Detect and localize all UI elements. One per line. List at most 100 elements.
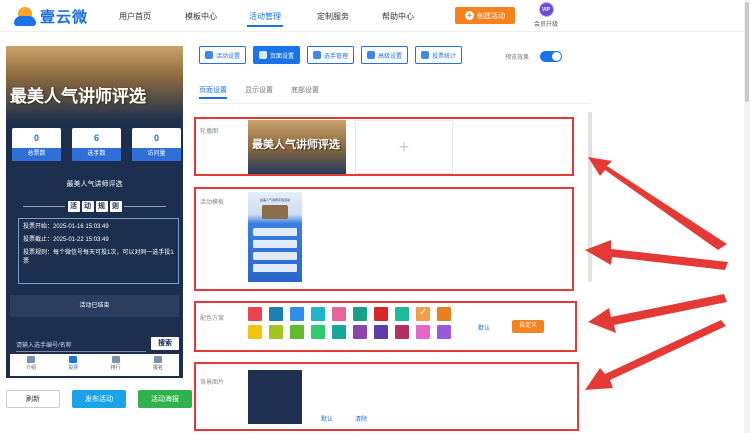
subtab-page-settings[interactable]: 页面设置 xyxy=(199,85,227,95)
advanced-settings-button[interactable]: 高级设置 xyxy=(361,46,409,64)
carousel-label: 轮播图 xyxy=(200,129,219,135)
brand-name: 壹云微 xyxy=(40,9,89,26)
page-scrollbar[interactable] xyxy=(744,0,750,433)
template-label: 活动模板 xyxy=(200,200,225,206)
color-default-link[interactable]: 默认 xyxy=(478,323,490,332)
subtab-display-settings[interactable]: 显示设置 xyxy=(245,85,273,95)
color-swatch[interactable] xyxy=(269,325,283,339)
color-swatch[interactable] xyxy=(437,307,451,321)
brand-logo[interactable]: 壹云微 xyxy=(14,6,88,27)
sliders-icon xyxy=(367,51,376,59)
stat-label: 总票数 xyxy=(12,148,61,161)
chart-icon xyxy=(111,356,120,363)
template-card xyxy=(253,228,297,236)
activity-ended-bar: 活动已结束 xyxy=(10,295,179,317)
refresh-button[interactable]: 刷新 xyxy=(6,390,60,408)
preview-search: 搜索 xyxy=(16,337,179,352)
toggle-knob xyxy=(552,52,561,61)
color-swatch[interactable] xyxy=(248,325,262,339)
activity-settings-button[interactable]: 活动设置 xyxy=(199,46,247,64)
nav-activity-management[interactable]: 活动管理 xyxy=(249,11,281,22)
rules-char: 动 xyxy=(81,201,94,212)
annotation-arrow xyxy=(585,320,726,390)
divider xyxy=(199,103,591,104)
rules-char: 规 xyxy=(95,201,108,212)
color-swatch[interactable] xyxy=(290,325,304,339)
toolbar-label: 投票统计 xyxy=(432,53,457,60)
rule-end: 投票截止：2025-01-22 15:03:49 xyxy=(23,237,109,243)
stat-value: 0 xyxy=(33,133,39,143)
settings-toolbar: 活动设置 页面设置 选手管理 高级设置 投票统计 xyxy=(199,46,463,64)
tab-signup[interactable]: 报名 xyxy=(137,354,179,376)
color-swatch[interactable] xyxy=(437,325,451,339)
vip-upgrade[interactable]: VIP 会员升级 xyxy=(531,2,561,30)
color-swatch[interactable] xyxy=(290,307,304,321)
color-swatch[interactable] xyxy=(353,325,367,339)
settings-scrollbar[interactable] xyxy=(588,112,592,282)
background-image-thumbnail[interactable] xyxy=(248,370,302,424)
rules-box: 投票开始：2025-01-16 15:03:49 投票截止：2025-01-22… xyxy=(18,218,179,284)
annotation-arrow xyxy=(588,294,727,333)
bar-chart-icon xyxy=(421,51,430,59)
rules-char: 活 xyxy=(67,201,80,212)
template-card xyxy=(253,240,297,248)
nav-help-center[interactable]: 帮助中心 xyxy=(382,11,414,22)
create-activity-button[interactable]: + 创建活动 xyxy=(455,7,515,24)
color-swatch[interactable] xyxy=(269,307,283,321)
color-swatch[interactable] xyxy=(416,307,430,321)
nav-active-underline xyxy=(247,25,283,27)
contestant-search-input[interactable] xyxy=(16,340,146,352)
preview-effect-toggle[interactable] xyxy=(540,51,562,62)
template-card xyxy=(253,264,297,272)
tab-label: 报名 xyxy=(152,365,163,371)
activity-poster-button[interactable]: 活动海报 xyxy=(138,390,192,408)
add-carousel-image-button[interactable]: + xyxy=(355,120,453,174)
stat-label: 选手数 xyxy=(72,148,121,161)
subtab-footer-settings[interactable]: 底部设置 xyxy=(291,85,319,95)
color-swatch[interactable] xyxy=(395,325,409,339)
nav-custom-service[interactable]: 定制服务 xyxy=(317,11,349,22)
users-icon xyxy=(313,51,322,59)
page-settings-button[interactable]: 页面设置 xyxy=(253,46,301,64)
color-swatch[interactable] xyxy=(374,307,388,321)
publish-activity-button[interactable]: 发布活动 xyxy=(72,390,126,408)
color-swatch[interactable] xyxy=(416,325,430,339)
rule-start: 投票开始：2025-01-16 15:03:49 xyxy=(23,224,109,230)
nav-home[interactable]: 用户首页 xyxy=(119,11,151,22)
tab-vote[interactable]: 投票 xyxy=(52,354,94,376)
carousel-image[interactable]: 最美人气讲师评选 xyxy=(248,120,346,174)
stat-value: 6 xyxy=(93,133,99,143)
color-swatch[interactable] xyxy=(332,325,346,339)
color-swatch[interactable] xyxy=(311,325,325,339)
tab-intro[interactable]: 介绍 xyxy=(10,354,52,376)
page-scrollbar-thumb[interactable] xyxy=(745,2,749,102)
rules-heading: 活动规则 xyxy=(6,201,183,212)
background-default-link[interactable]: 默认 xyxy=(321,414,333,423)
color-swatch[interactable] xyxy=(311,307,325,321)
signup-icon xyxy=(153,356,162,363)
flag-icon xyxy=(69,356,78,363)
tab-label: 投票 xyxy=(68,365,79,371)
template-thumbnail[interactable]: 最美人气讲师评选活动 xyxy=(248,192,302,282)
preview-effect-label: 预览效果 xyxy=(505,55,530,61)
tab-ranking[interactable]: 排行 xyxy=(95,354,137,376)
contestant-management-button[interactable]: 选手管理 xyxy=(307,46,355,64)
vip-upgrade-label: 会员升级 xyxy=(533,22,558,28)
vip-badge-icon: VIP xyxy=(538,2,554,17)
vote-statistics-button[interactable]: 投票统计 xyxy=(415,46,463,64)
background-image-label: 背景图片 xyxy=(200,380,225,386)
gear-icon xyxy=(259,51,268,59)
carousel-image-title: 最美人气讲师评选 xyxy=(252,138,340,151)
toolbar-label: 选手管理 xyxy=(324,53,349,60)
color-swatch[interactable] xyxy=(395,307,409,321)
stat-contestants: 6 选手数 xyxy=(72,128,121,161)
stat-label: 访问量 xyxy=(132,148,181,161)
nav-templates[interactable]: 模板中心 xyxy=(185,11,217,22)
background-clear-link[interactable]: 清除 xyxy=(355,414,367,423)
search-button[interactable]: 搜索 xyxy=(151,337,179,350)
color-swatch[interactable] xyxy=(248,307,262,321)
color-swatch[interactable] xyxy=(353,307,367,321)
color-swatch[interactable] xyxy=(374,325,388,339)
color-custom-button[interactable]: 自定义 xyxy=(512,320,544,333)
color-swatch[interactable] xyxy=(332,307,346,321)
